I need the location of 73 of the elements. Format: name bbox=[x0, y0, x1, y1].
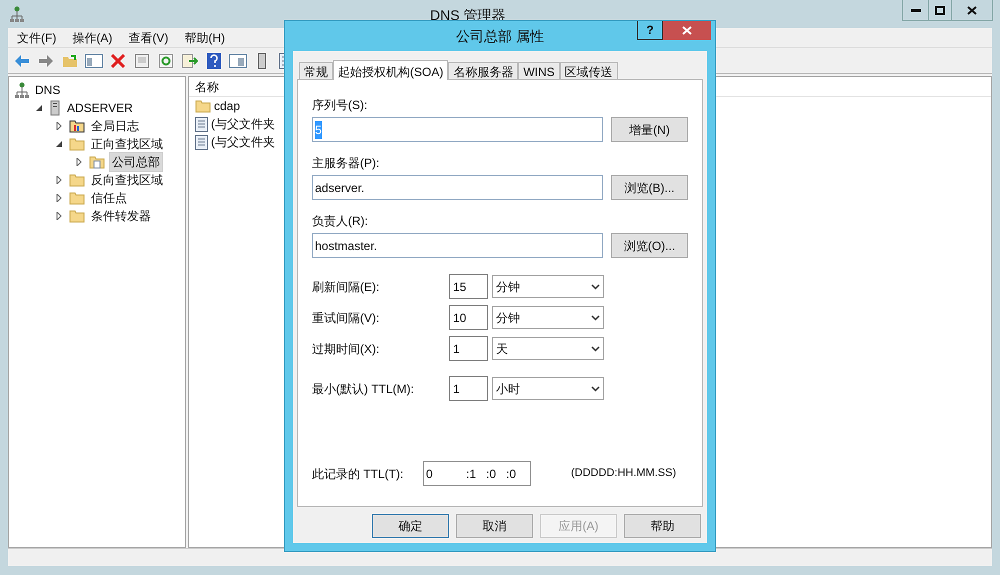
tab[interactable]: 名称服务器 bbox=[448, 62, 518, 79]
tree-item[interactable]: 信任点 bbox=[89, 189, 129, 207]
folder-icon bbox=[69, 137, 85, 151]
folder-icon bbox=[195, 99, 211, 113]
folder-icon bbox=[69, 173, 85, 187]
chevron-icon bbox=[591, 386, 600, 392]
field-label: 负责人(R): bbox=[312, 213, 369, 230]
number-field[interactable]: 1 bbox=[449, 336, 488, 361]
interval-label: 重试间隔(V): bbox=[312, 310, 380, 326]
folder-document-icon bbox=[89, 155, 105, 169]
chevron-icon bbox=[591, 284, 600, 290]
close-icon bbox=[682, 26, 692, 35]
network-icon bbox=[15, 82, 29, 98]
dialog-button[interactable]: 取消 bbox=[456, 514, 533, 538]
maximize-icon bbox=[935, 6, 945, 14]
field-button[interactable]: 增量(N) bbox=[611, 117, 688, 142]
folder-icon bbox=[69, 191, 85, 205]
input-field[interactable]: adserver. bbox=[312, 175, 603, 200]
tree-item[interactable]: 正向查找区域 bbox=[89, 135, 165, 153]
tree-item[interactable]: 条件转发器 bbox=[89, 207, 153, 225]
tree-item[interactable]: DNS bbox=[33, 81, 62, 99]
ttl-label: 此记录的 TTL(T): bbox=[312, 466, 404, 482]
folder-icon bbox=[69, 209, 85, 223]
number-field[interactable]: 15 bbox=[449, 274, 488, 299]
tree-item[interactable]: 全局日志 bbox=[89, 117, 141, 135]
tree-item[interactable]: ADSERVER bbox=[65, 99, 135, 117]
number-field[interactable]: 10 bbox=[449, 305, 488, 330]
list-item[interactable]: (与父文件夹 bbox=[211, 115, 275, 133]
tree-item[interactable]: 公司总部 bbox=[109, 152, 163, 172]
unit-dropdown[interactable]: 天 bbox=[492, 337, 604, 360]
dialog-title: 公司总部 属性 bbox=[456, 26, 544, 46]
menu-item[interactable]: 帮助(H) bbox=[184, 28, 225, 46]
unit-dropdown[interactable]: 分钟 bbox=[492, 306, 604, 329]
field-label: 序列号(S): bbox=[312, 97, 368, 114]
unit-dropdown[interactable]: 分钟 bbox=[492, 275, 604, 298]
interval-label: 刷新间隔(E): bbox=[312, 278, 380, 296]
chevron-icon bbox=[591, 314, 600, 320]
tab[interactable]: 起始授权机构(SOA) bbox=[333, 60, 448, 80]
tab[interactable]: 常规 bbox=[299, 62, 333, 79]
field-button[interactable]: 浏览(B)... bbox=[611, 175, 688, 200]
tab[interactable]: WINS bbox=[518, 62, 560, 79]
record-icon bbox=[195, 116, 208, 132]
dialog-button[interactable]: 确定 bbox=[372, 514, 449, 538]
close-icon bbox=[967, 6, 977, 14]
menu-item[interactable]: 操作(A) bbox=[72, 28, 112, 46]
server-icon bbox=[49, 100, 61, 116]
collapse-arrow-icon[interactable] bbox=[55, 140, 65, 148]
record-icon bbox=[195, 134, 208, 150]
list-item[interactable]: (与父文件夹 bbox=[211, 133, 275, 151]
network-icon bbox=[10, 6, 24, 22]
field-label: 主服务器(P): bbox=[312, 155, 380, 172]
field-value: adserver. bbox=[315, 180, 364, 196]
menu-item[interactable]: 文件(F) bbox=[17, 28, 56, 46]
ttl-field[interactable]: 0 :1 :0 :0 bbox=[423, 461, 531, 486]
tab[interactable]: 区域传送 bbox=[560, 62, 618, 79]
list-item[interactable]: cdap bbox=[214, 97, 240, 115]
column-header[interactable]: 名称 bbox=[195, 78, 219, 96]
ttl-format: (DDDDD:HH.MM.SS) bbox=[571, 466, 676, 482]
field-value: hostmaster. bbox=[315, 238, 378, 254]
unit-dropdown[interactable]: 小时 bbox=[492, 377, 604, 400]
field-value: 5 bbox=[315, 120, 322, 138]
interval-label: 过期时间(X): bbox=[312, 340, 380, 358]
chevron-icon bbox=[591, 346, 600, 352]
log-icon bbox=[69, 119, 85, 133]
interval-label: 最小(默认) TTL(M): bbox=[312, 380, 415, 398]
menu-item[interactable]: 查看(V) bbox=[128, 28, 168, 46]
tree-item[interactable]: 反向查找区域 bbox=[89, 171, 165, 189]
input-field[interactable]: hostmaster. bbox=[312, 233, 603, 258]
field-button[interactable]: 浏览(O)... bbox=[611, 233, 688, 258]
minimize-icon bbox=[910, 8, 920, 12]
dialog-button[interactable]: 帮助 bbox=[624, 514, 701, 538]
number-field[interactable]: 1 bbox=[449, 376, 488, 401]
collapse-arrow-icon[interactable] bbox=[35, 104, 45, 112]
